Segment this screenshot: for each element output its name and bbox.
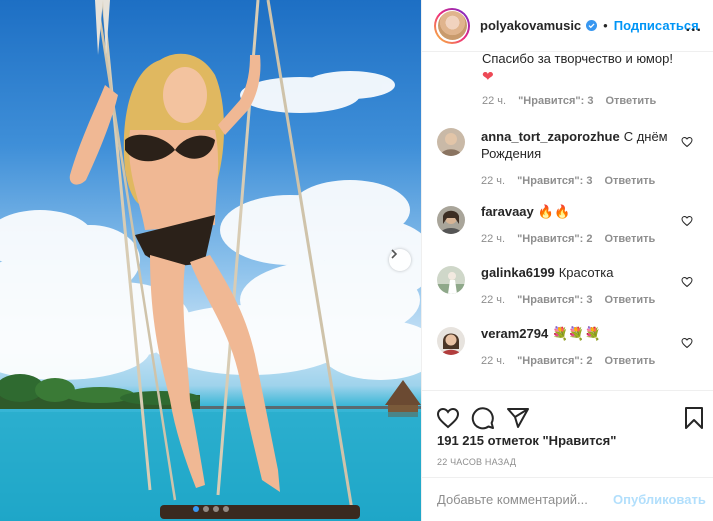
comment-username[interactable]: veram2794: [481, 326, 548, 341]
verified-badge-icon: [586, 20, 598, 31]
comment-text: 💐💐💐: [552, 326, 601, 341]
publish-button[interactable]: Опубликовать: [613, 492, 706, 507]
commenter-avatar[interactable]: [437, 266, 465, 294]
comment-time[interactable]: 22 ч.: [481, 355, 505, 367]
comment-text: Спасибо за творчество и юмор!: [482, 53, 673, 66]
like-comment-icon[interactable]: [681, 337, 693, 349]
likes-count[interactable]: 191 215 отметок "Нравится": [437, 433, 616, 448]
comment-text: 🔥🔥: [537, 204, 571, 219]
chevron-right-icon: [391, 249, 398, 259]
photo-illustration: [0, 0, 421, 521]
carousel-next-button[interactable]: [389, 249, 411, 271]
heart-emoji: ❤: [482, 68, 494, 84]
comment-username[interactable]: faravaay: [481, 204, 534, 219]
post-photo[interactable]: [0, 0, 421, 521]
comments-list[interactable]: Спасибо за творчество и юмор! ❤ 22 ч. "Н…: [422, 53, 713, 390]
post-time[interactable]: 22 ЧАСОВ НАЗАД: [437, 457, 516, 467]
carousel-indicator: [0, 506, 421, 512]
commenter-avatar[interactable]: [437, 128, 465, 156]
like-comment-icon[interactable]: [681, 276, 693, 288]
post-header: polyakovamusic • Подписаться ...: [422, 0, 713, 52]
comment-input[interactable]: [437, 492, 613, 507]
like-comment-icon[interactable]: [681, 136, 693, 148]
comment-likes[interactable]: "Нравится": 3: [517, 175, 592, 187]
comment-item: veram2794 💐💐💐 22 ч. "Нравится": 2 Ответит…: [422, 325, 713, 385]
carousel-dot: [192, 506, 199, 512]
add-comment-bar: Опубликовать: [422, 477, 713, 521]
comment-icon[interactable]: [471, 406, 495, 430]
comment-likes[interactable]: "Нравится": 2: [517, 355, 592, 367]
heart-icon[interactable]: [436, 406, 460, 430]
comment-item: faravaay 🔥🔥 22 ч. "Нравится": 2 Ответить: [422, 203, 713, 263]
owner-username[interactable]: polyakovamusic: [480, 18, 581, 33]
carousel-dot: [222, 506, 229, 512]
commenter-avatar[interactable]: [437, 327, 465, 355]
bookmark-icon[interactable]: [682, 406, 706, 430]
reply-button[interactable]: Ответить: [604, 355, 655, 367]
carousel-dot: [212, 506, 219, 512]
header-separator: •: [603, 18, 608, 33]
carousel-dot: [202, 506, 209, 512]
comment-item: anna_tort_zaporozhue С днём Рождения 22 ч…: [422, 128, 713, 188]
comment-time[interactable]: 22 ч.: [481, 294, 505, 306]
reply-button[interactable]: Ответить: [604, 294, 655, 306]
comment-item: galinka6199 Красотка 22 ч. "Нравится": 3 …: [422, 264, 713, 324]
post-sidebar: polyakovamusic • Подписаться ... Спасибо…: [421, 0, 713, 521]
comment-text: Красотка: [558, 265, 614, 280]
comment-time[interactable]: 22 ч.: [482, 95, 506, 107]
comment-username[interactable]: anna_tort_zaporozhue: [481, 129, 620, 144]
comment-username[interactable]: galinka6199: [481, 265, 555, 280]
comment-item: Спасибо за творчество и юмор! ❤ 22 ч. "Н…: [482, 53, 702, 107]
comment-likes[interactable]: "Нравится": 3: [518, 95, 593, 107]
reply-button[interactable]: Ответить: [604, 175, 655, 187]
more-options-button[interactable]: ...: [686, 18, 702, 36]
share-icon[interactable]: [506, 406, 530, 430]
comment-likes[interactable]: "Нравится": 3: [517, 294, 592, 306]
comment-likes[interactable]: "Нравится": 2: [517, 233, 592, 245]
reply-button[interactable]: Ответить: [604, 233, 655, 245]
commenter-avatar[interactable]: [437, 206, 465, 234]
owner-avatar[interactable]: [434, 7, 470, 44]
comment-time[interactable]: 22 ч.: [481, 233, 505, 245]
reply-button[interactable]: Ответить: [605, 95, 656, 107]
comment-time[interactable]: 22 ч.: [481, 175, 505, 187]
like-comment-icon[interactable]: [681, 215, 693, 227]
